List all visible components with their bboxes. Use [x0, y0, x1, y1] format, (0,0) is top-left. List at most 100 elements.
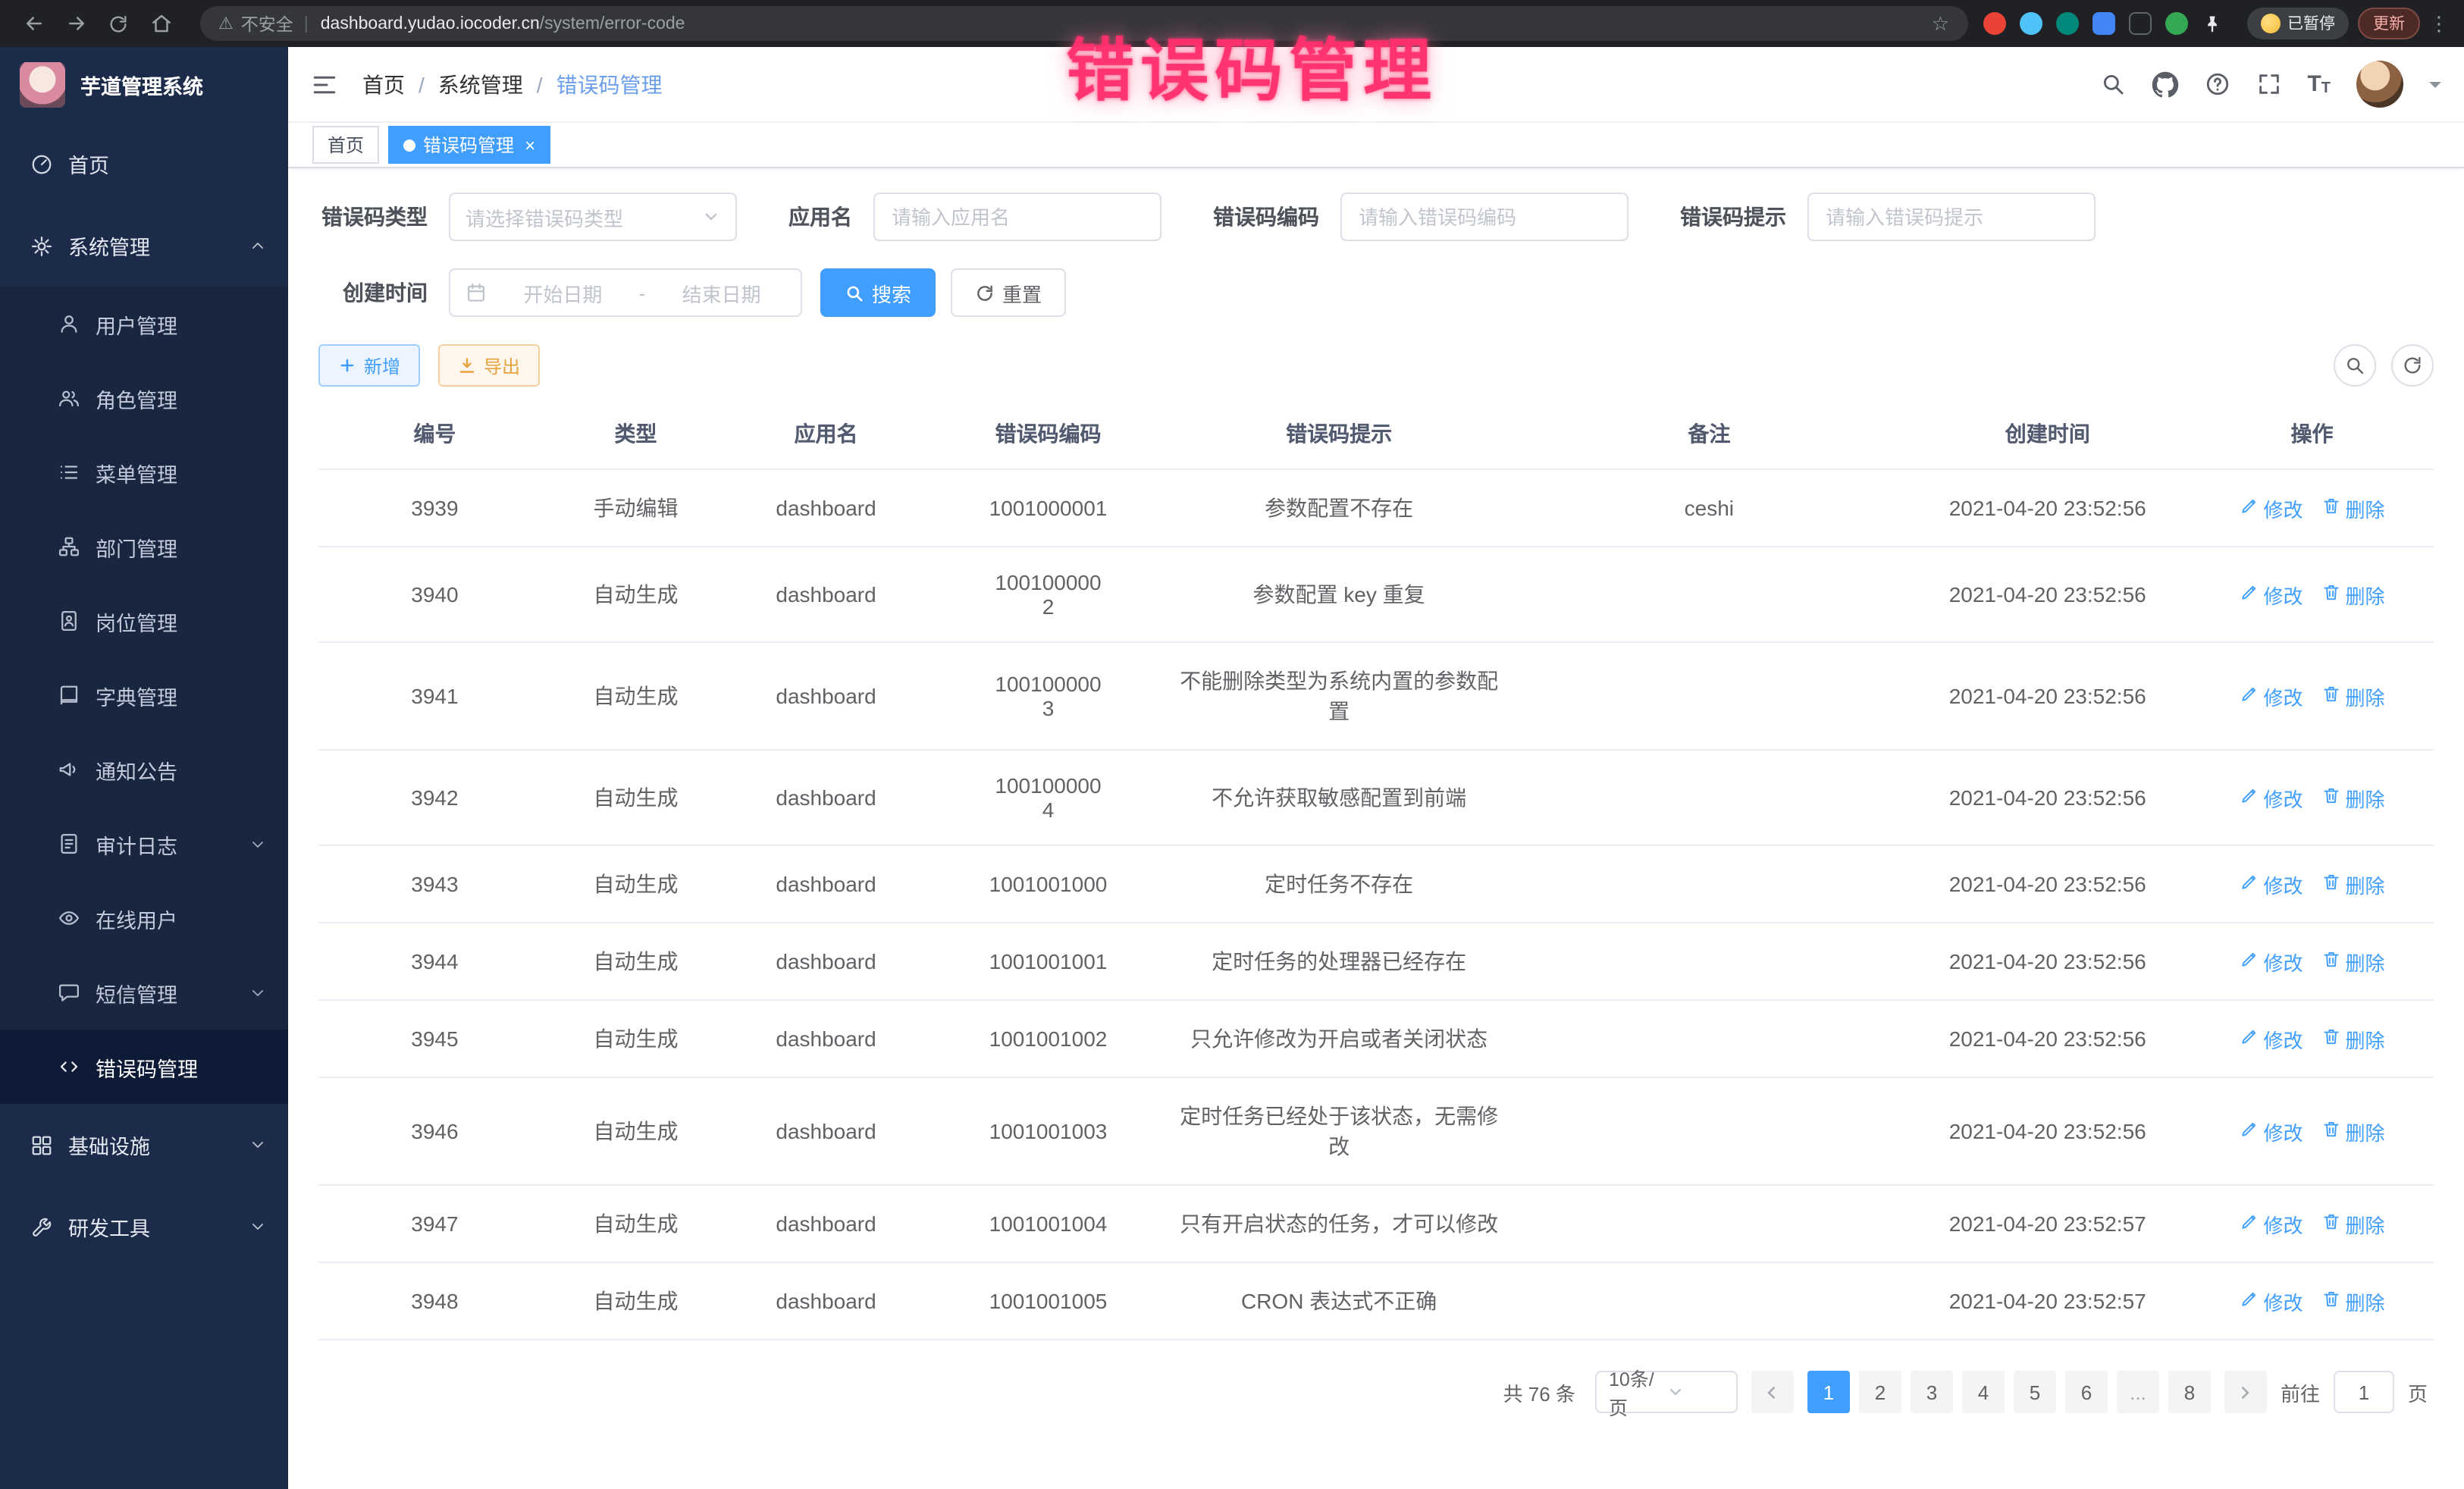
search-icon[interactable] — [2099, 71, 2125, 97]
delete-link[interactable]: 删除 — [2321, 1024, 2385, 1053]
cell-type: 自动生成 — [551, 1000, 720, 1077]
edit-icon — [2239, 496, 2259, 520]
error-hint-input[interactable] — [1807, 193, 2096, 241]
page-button-4[interactable]: 4 — [1962, 1371, 2005, 1413]
cell-remark — [1513, 923, 1904, 1000]
sidebar-collapse-icon[interactable] — [311, 71, 338, 98]
sidebar-item-0[interactable]: 首页 — [0, 123, 288, 205]
edit-link[interactable]: 修改 — [2239, 1209, 2303, 1238]
create-time-range-picker[interactable]: 开始日期 - 结束日期 — [449, 268, 802, 317]
browser-update-button[interactable]: 更新 — [2358, 8, 2420, 39]
page-size-select[interactable]: 10条/页 — [1595, 1371, 1738, 1413]
cell-actions: 修改删除 — [2190, 469, 2434, 547]
paused-badge[interactable]: 已暂停 — [2246, 8, 2349, 39]
delete-link[interactable]: 删除 — [2321, 494, 2385, 522]
delete-link[interactable]: 删除 — [2321, 783, 2385, 812]
browser-forward-icon[interactable] — [58, 5, 94, 42]
chevron-down-icon[interactable] — [2429, 81, 2441, 93]
add-button[interactable]: 新增 — [318, 344, 420, 387]
page-more-button[interactable]: ... — [2117, 1371, 2159, 1413]
cell-time: 2021-04-20 23:52:56 — [1904, 1000, 2190, 1077]
pagination-next-button[interactable] — [2224, 1371, 2267, 1413]
export-button[interactable]: 导出 — [438, 344, 540, 387]
browser-home-icon[interactable] — [143, 5, 179, 42]
delete-link[interactable]: 删除 — [2321, 947, 2385, 976]
edit-link[interactable]: 修改 — [2239, 1024, 2303, 1053]
page-button-3[interactable]: 3 — [1911, 1371, 1953, 1413]
refresh-icon[interactable] — [2391, 344, 2434, 387]
breadcrumb-item-1[interactable]: 系统管理 — [438, 69, 523, 99]
delete-link[interactable]: 删除 — [2321, 580, 2385, 609]
page-button-5[interactable]: 5 — [2014, 1371, 2056, 1413]
delete-link[interactable]: 删除 — [2321, 1117, 2385, 1146]
edit-link[interactable]: 修改 — [2239, 1117, 2303, 1146]
toggle-search-icon[interactable] — [2334, 344, 2376, 387]
search-button[interactable]: 搜索 — [820, 268, 936, 317]
sidebar-item-8[interactable]: 通知公告 — [0, 732, 288, 807]
sidebar-item-2[interactable]: 用户管理 — [0, 287, 288, 361]
user-avatar[interactable] — [2356, 61, 2403, 108]
edit-link[interactable]: 修改 — [2239, 870, 2303, 898]
sidebar-item-label: 字典管理 — [96, 680, 177, 710]
browser-reload-icon[interactable] — [100, 5, 136, 42]
pin-icon[interactable] — [2201, 13, 2222, 34]
sidebar-item-3[interactable]: 角色管理 — [0, 361, 288, 435]
edit-link[interactable]: 修改 — [2239, 783, 2303, 812]
sidebar-item-13[interactable]: 基础设施 — [0, 1104, 288, 1186]
error-code-input[interactable] — [1340, 193, 1629, 241]
page-button-2[interactable]: 2 — [1859, 1371, 1901, 1413]
cell-remark — [1513, 1077, 1904, 1185]
edit-link[interactable]: 修改 — [2239, 580, 2303, 609]
fullscreen-icon[interactable] — [2256, 71, 2281, 97]
edit-link[interactable]: 修改 — [2239, 682, 2303, 710]
help-icon[interactable] — [2204, 71, 2230, 97]
delete-link[interactable]: 删除 — [2321, 682, 2385, 710]
app-logo[interactable]: 芋道管理系统 — [0, 47, 288, 123]
edit-link[interactable]: 修改 — [2239, 1287, 2303, 1315]
address-bar[interactable]: ⚠ 不安全 | dashboard.yudao.iocoder.cn/syste… — [200, 6, 1967, 41]
cell-time: 2021-04-20 23:52:56 — [1904, 547, 2190, 642]
page-button-1[interactable]: 1 — [1807, 1371, 1850, 1413]
page-goto-input[interactable] — [2334, 1371, 2394, 1413]
sidebar-item-11[interactable]: 短信管理 — [0, 955, 288, 1030]
error-type-select[interactable]: 请选择错误码类型 — [449, 193, 737, 241]
edit-link[interactable]: 修改 — [2239, 947, 2303, 976]
delete-link[interactable]: 删除 — [2321, 1287, 2385, 1315]
page-button-6[interactable]: 6 — [2065, 1371, 2108, 1413]
extension-icon-2[interactable] — [2019, 12, 2042, 35]
sidebar-item-6[interactable]: 岗位管理 — [0, 584, 288, 658]
extension-icon-6[interactable] — [2165, 12, 2187, 35]
sidebar-item-9[interactable]: 审计日志 — [0, 807, 288, 881]
sidebar-item-10[interactable]: 在线用户 — [0, 881, 288, 955]
close-icon[interactable]: × — [525, 136, 535, 154]
view-tab-1[interactable]: 错误码管理× — [388, 126, 550, 164]
extension-icon-4[interactable] — [2092, 12, 2114, 35]
edit-icon — [2239, 872, 2259, 896]
reset-button[interactable]: 重置 — [951, 268, 1066, 317]
sidebar-item-14[interactable]: 研发工具 — [0, 1186, 288, 1268]
page-button-8[interactable]: 8 — [2168, 1371, 2211, 1413]
pagination-prev-button[interactable] — [1751, 1371, 1794, 1413]
sidebar-item-1[interactable]: 系统管理 — [0, 205, 288, 287]
sidebar-item-5[interactable]: 部门管理 — [0, 509, 288, 584]
extension-icon-3[interactable] — [2055, 12, 2078, 35]
font-size-icon[interactable]: TT — [2307, 71, 2331, 97]
browser-back-icon[interactable] — [15, 5, 52, 42]
delete-link[interactable]: 删除 — [2321, 1209, 2385, 1238]
cell-id: 3948 — [318, 1262, 551, 1340]
app-name-input[interactable] — [873, 193, 1161, 241]
extension-icon-5[interactable] — [2128, 12, 2151, 35]
github-icon[interactable] — [2151, 71, 2178, 98]
sidebar-item-7[interactable]: 字典管理 — [0, 658, 288, 732]
browser-menu-icon[interactable]: ⋮ — [2429, 11, 2449, 36]
bookmark-star-icon[interactable]: ☆ — [1932, 11, 1949, 36]
sidebar-item-12[interactable]: 错误码管理 — [0, 1030, 288, 1104]
cell-type: 自动生成 — [551, 845, 720, 923]
extension-icon-1[interactable] — [1983, 12, 2005, 35]
view-tab-0[interactable]: 首页 — [312, 126, 379, 164]
delete-link[interactable]: 删除 — [2321, 870, 2385, 898]
sidebar-item-4[interactable]: 菜单管理 — [0, 435, 288, 509]
edit-link[interactable]: 修改 — [2239, 494, 2303, 522]
column-header-2: 应用名 — [720, 399, 932, 469]
breadcrumb-item-0[interactable]: 首页 — [362, 69, 405, 99]
